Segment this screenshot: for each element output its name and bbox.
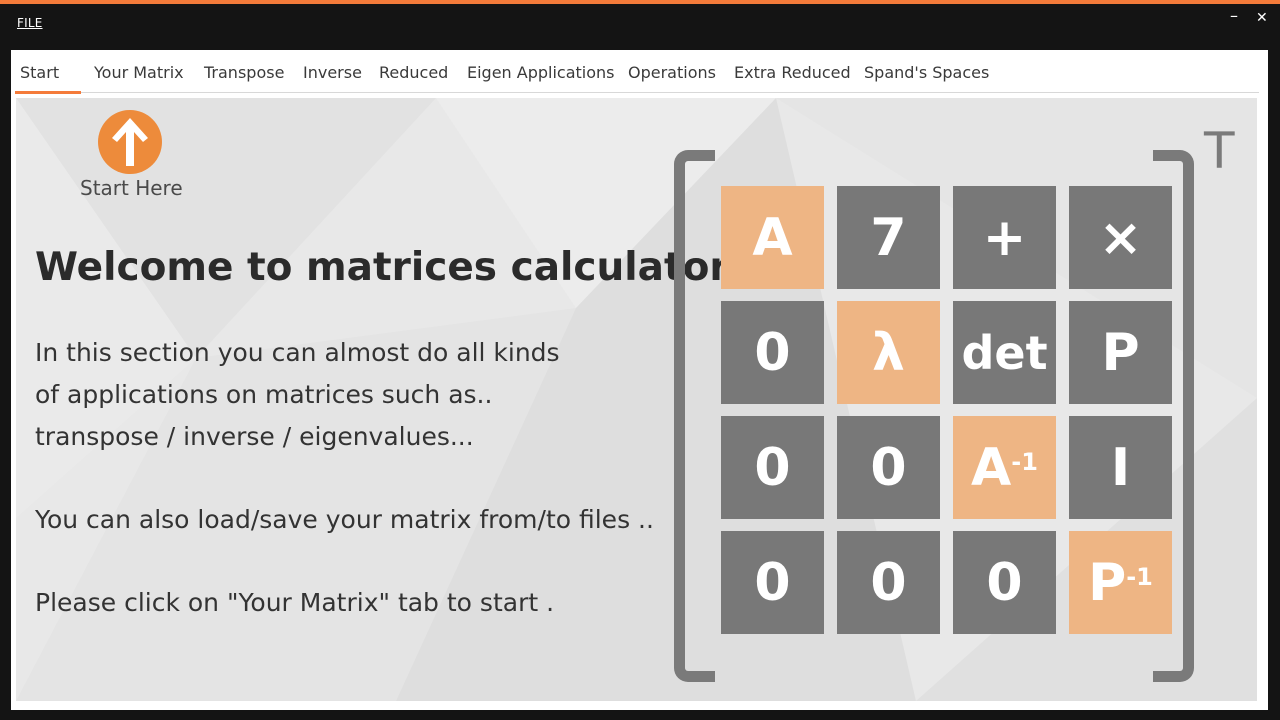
minimize-button[interactable]: –: [1230, 6, 1238, 26]
matrix-cell-text: A: [971, 437, 1012, 498]
matrix-cell-text: 0: [754, 437, 791, 498]
tab-start[interactable]: Start: [20, 63, 59, 82]
welcome-heading: Welcome to matrices calculator: [35, 245, 729, 290]
matrix-cell-text: A: [752, 207, 793, 268]
intro-line-3: transpose / inverse / eigenvalues...: [35, 422, 474, 451]
matrix-cell-text: P: [1088, 552, 1127, 613]
matrix-cell: det: [953, 301, 1056, 404]
tab-your-matrix[interactable]: Your Matrix: [94, 63, 184, 82]
tab-extra-reduced[interactable]: Extra Reduced: [734, 63, 851, 82]
close-button[interactable]: ✕: [1256, 8, 1268, 28]
matrix-cell-text: 0: [754, 552, 791, 613]
file-menu[interactable]: FILE: [17, 16, 43, 30]
matrix-cell: 0: [721, 416, 824, 519]
start-here-button[interactable]: [98, 110, 162, 174]
matrix-cell-text: P: [1101, 322, 1140, 383]
matrix-cell: A: [721, 186, 824, 289]
matrix-cell: I: [1069, 416, 1172, 519]
tab-inverse[interactable]: Inverse: [303, 63, 362, 82]
intro-line-2: of applications on matrices such as..: [35, 380, 493, 409]
start-tab-content: Start Here Welcome to matrices calculato…: [16, 98, 1257, 701]
tab-bar: Start Your Matrix Transpose Inverse Redu…: [11, 50, 1268, 94]
load-save-line: You can also load/save your matrix from/…: [35, 505, 654, 534]
matrix-cell: 0: [953, 531, 1056, 634]
matrix-illustration: T A 7 + × 0 λ det P 0 0 A -1 I 0 0 0 P -1: [666, 122, 1241, 688]
tab-spands-spaces[interactable]: Spand's Spaces: [864, 63, 989, 82]
matrix-cell: 7: [837, 186, 940, 289]
matrix-cell: P: [1069, 301, 1172, 404]
matrix-cell-superscript: -1: [1126, 562, 1153, 591]
matrix-cell: P -1: [1069, 531, 1172, 634]
matrix-cell: 0: [837, 531, 940, 634]
matrix-cell-text: 0: [870, 552, 907, 613]
matrix-cell-text: I: [1110, 437, 1131, 498]
matrix-cell: +: [953, 186, 1056, 289]
matrix-cell-text: λ: [872, 322, 905, 383]
active-tab-indicator: [15, 91, 81, 94]
intro-line-1: In this section you can almost do all ki…: [35, 338, 560, 367]
matrix-cell-text: det: [961, 325, 1048, 380]
file-menu-label: FILE: [17, 16, 43, 30]
tab-transpose[interactable]: Transpose: [204, 63, 284, 82]
matrix-cell-text: 0: [754, 322, 791, 383]
app-window: Start Your Matrix Transpose Inverse Redu…: [11, 50, 1268, 710]
matrix-cell: λ: [837, 301, 940, 404]
transpose-superscript: T: [1204, 122, 1235, 180]
matrix-cell-superscript: -1: [1011, 447, 1038, 476]
tab-reduced[interactable]: Reduced: [379, 63, 448, 82]
start-here-label: Start Here: [80, 176, 183, 200]
matrix-cell: ×: [1069, 186, 1172, 289]
title-bar: FILE – ✕: [0, 4, 1280, 48]
arrow-up-icon: [112, 118, 148, 166]
matrix-cell-text: 0: [986, 552, 1023, 613]
matrix-cell-text: ×: [1098, 207, 1143, 268]
tab-eigen-applications[interactable]: Eigen Applications: [467, 63, 615, 82]
matrix-cell: 0: [721, 531, 824, 634]
matrix-cell: 0: [721, 301, 824, 404]
matrix-left-bracket: [674, 150, 715, 682]
tab-operations[interactable]: Operations: [628, 63, 716, 82]
tab-bar-divider: [15, 92, 1259, 93]
matrix-cell: 0: [837, 416, 940, 519]
matrix-cell: A -1: [953, 416, 1056, 519]
matrix-cell-text: 7: [870, 207, 907, 268]
matrix-cell-text: +: [982, 207, 1027, 268]
click-tab-instruction: Please click on "Your Matrix" tab to sta…: [35, 588, 555, 617]
matrix-cell-text: 0: [870, 437, 907, 498]
